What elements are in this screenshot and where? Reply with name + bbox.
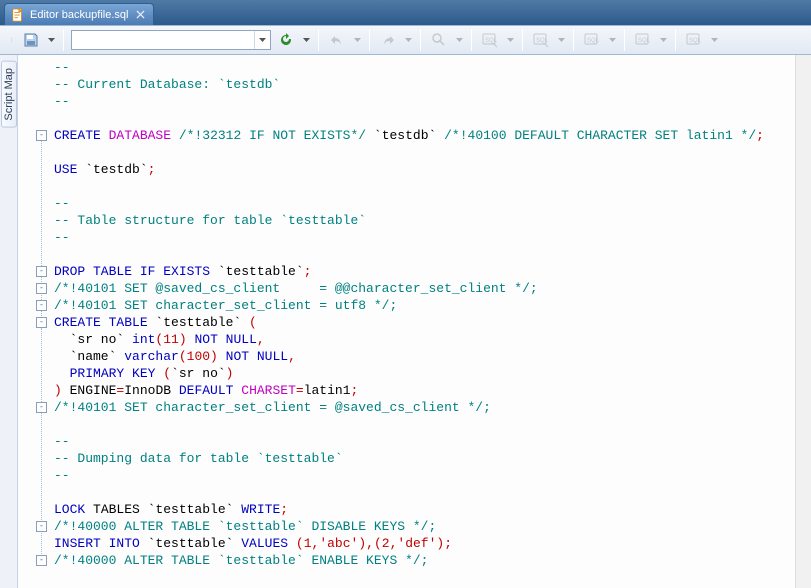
toolbar-sep [471, 29, 472, 51]
toolbar-sep [63, 29, 64, 51]
find-dropdown[interactable] [454, 38, 464, 42]
exec-sql-3-dropdown[interactable] [607, 38, 617, 42]
side-panel-label: Script Map [1, 61, 17, 128]
side-panel-tab[interactable]: Script Map [0, 55, 18, 588]
exec-sql-4-button[interactable]: SQL [632, 29, 654, 51]
svg-text:SQL: SQL [689, 38, 702, 44]
svg-text:SQL: SQL [485, 38, 498, 44]
combo-dropdown-icon[interactable] [254, 31, 270, 49]
svg-text:SQL: SQL [536, 38, 549, 44]
fold-toggle[interactable]: - [36, 266, 47, 277]
schema-combo[interactable] [71, 30, 271, 50]
code-editor[interactable]: - - - - - - - - -- -- Current Database: `testdb… [18, 55, 811, 588]
exec-sql-1-dropdown[interactable] [505, 38, 515, 42]
tab-editor-file[interactable]: Editor backupfile.sql [4, 3, 154, 25]
fold-toggle[interactable]: - [36, 283, 47, 294]
toolbar-handle[interactable] [6, 38, 16, 42]
refresh-dropdown[interactable] [301, 38, 311, 42]
editor-toolbar: SQL SQL SQL SQL SQL [0, 25, 811, 55]
fold-toggle[interactable]: - [36, 521, 47, 532]
undo-dropdown[interactable] [352, 38, 362, 42]
exec-sql-2-button[interactable]: SQL [530, 29, 552, 51]
exec-sql-1-button[interactable]: SQL [479, 29, 501, 51]
redo-dropdown[interactable] [403, 38, 413, 42]
fold-toggle[interactable]: - [36, 317, 47, 328]
fold-gutter[interactable]: - - - - - - - - [18, 55, 50, 588]
fold-toggle[interactable]: - [36, 300, 47, 311]
undo-button[interactable] [326, 29, 348, 51]
svg-text:SQL: SQL [587, 38, 600, 44]
tab-title: Editor backupfile.sql [30, 9, 128, 21]
exec-sql-2-dropdown[interactable] [556, 38, 566, 42]
find-button[interactable] [428, 29, 450, 51]
code-area[interactable]: -- -- Current Database: `testdb` -- CREA… [50, 55, 795, 588]
exec-sql-5-dropdown[interactable] [709, 38, 719, 42]
vertical-scrollbar[interactable] [795, 55, 811, 588]
redo-button[interactable] [377, 29, 399, 51]
svg-text:SQL: SQL [638, 38, 651, 44]
schema-combo-input[interactable] [72, 34, 254, 46]
exec-sql-5-button[interactable]: SQL [683, 29, 705, 51]
toolbar-sep [522, 29, 523, 51]
toolbar-sep [369, 29, 370, 51]
toolbar-sep [318, 29, 319, 51]
toolbar-sep [573, 29, 574, 51]
refresh-button[interactable] [275, 29, 297, 51]
sql-file-icon [11, 8, 25, 22]
tab-close-icon[interactable] [133, 8, 147, 22]
tab-bar: Editor backupfile.sql [0, 0, 811, 25]
toolbar-sep [420, 29, 421, 51]
save-dropdown[interactable] [46, 38, 56, 42]
fold-toggle[interactable]: - [36, 130, 47, 141]
exec-sql-3-button[interactable]: SQL [581, 29, 603, 51]
exec-sql-4-dropdown[interactable] [658, 38, 668, 42]
fold-guide [41, 328, 42, 390]
save-script-button[interactable] [20, 29, 42, 51]
fold-toggle[interactable]: - [36, 555, 47, 566]
fold-toggle[interactable]: - [36, 402, 47, 413]
toolbar-sep [624, 29, 625, 51]
toolbar-sep [675, 29, 676, 51]
